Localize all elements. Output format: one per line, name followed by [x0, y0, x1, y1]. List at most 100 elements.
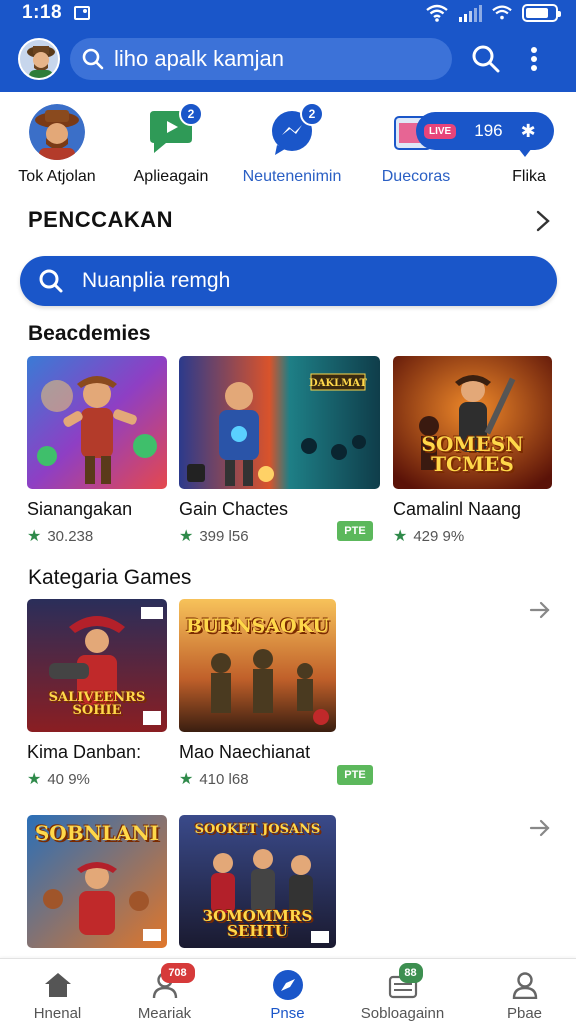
- game-rating: ★ 410 l68: [179, 770, 249, 789]
- messenger-icon: 2: [264, 102, 324, 160]
- library-icon: 88: [387, 963, 423, 1001]
- person-icon: 708: [149, 963, 195, 1001]
- search-icon: [82, 48, 104, 70]
- game-title: Kima Danban:: [27, 742, 142, 762]
- battery-icon: [522, 4, 561, 22]
- chevron-right-icon: [536, 210, 550, 232]
- chat-bubble-icon: 2: [143, 102, 203, 160]
- search-icon: [39, 269, 63, 293]
- quick-item-label: Flika: [512, 168, 546, 185]
- profile-avatar[interactable]: [18, 38, 60, 80]
- search-icon: [472, 45, 500, 73]
- game-card[interactable]: SOOKET JOSANS 3OMOMMRS SEHTU: [179, 815, 336, 948]
- game-title: Gain Chactes: [179, 499, 289, 519]
- quick-item-label: Duecoras: [381, 168, 451, 185]
- status-bar: 1:18: [0, 0, 576, 26]
- game-art-title: SALIVEENRS SOHIE: [48, 690, 146, 718]
- more-options-button[interactable]: [524, 41, 544, 77]
- game-title: Sianangakan: [27, 499, 133, 519]
- notification-icon: [74, 6, 91, 20]
- section-title-beacdemies: Beacdemies: [28, 322, 151, 345]
- game-thumbnail: SOOKET JOSANS 3OMOMMRS SEHTU: [179, 815, 336, 948]
- star-icon: ★: [27, 771, 42, 788]
- nav-label: Pbae: [506, 1005, 543, 1022]
- nav-item-sobloagainn[interactable]: 88 Sobloagainn: [345, 959, 460, 1024]
- quick-item-label: Neutenenimin: [242, 168, 342, 185]
- game-art-title: SOOKET JOSANS: [194, 822, 321, 837]
- promo-pill[interactable]: LIVE 196 ✱: [416, 112, 554, 150]
- blue-search-label: Nuanplia remgh: [82, 269, 231, 292]
- section2-see-more-button[interactable]: [528, 598, 552, 627]
- nav-label: Pnse: [270, 1005, 305, 1022]
- star-icon: ★: [27, 528, 42, 545]
- blue-search-bar[interactable]: Nuanplia remgh: [20, 256, 557, 306]
- quick-item-label: Tok Atjolan: [18, 168, 96, 185]
- compass-icon: [272, 969, 304, 1001]
- arrow-right-icon: [529, 819, 550, 837]
- search-placeholder: liho apalk kamjan: [114, 46, 284, 71]
- game-title: Camalinl Naang: [393, 499, 522, 519]
- section-title-kategaria: Kategaria Games: [28, 566, 192, 589]
- game-rating: ★ 429 9%: [393, 527, 465, 546]
- svg-text:DAKLMAT: DAKLMAT: [309, 378, 367, 389]
- star-icon: ★: [393, 528, 408, 545]
- bottom-navigation: Hnenal 708 Meariak Pnse 88 Sobloagainn P…: [0, 958, 576, 1024]
- account-icon: [509, 969, 541, 1001]
- game-thumbnail: SALIVEENRS SOHIE: [27, 599, 167, 732]
- game-thumbnail: [27, 356, 167, 489]
- nav-label: Hnenal: [33, 1005, 82, 1022]
- game-rating: ★ 40 9%: [27, 770, 90, 789]
- nav-item-pnse[interactable]: Pnse: [230, 959, 345, 1024]
- game-card[interactable]: SOMESN TCMES Camalinl Naang ★ 429 9%: [393, 356, 552, 546]
- game-art-title: BURNSAOKU: [185, 615, 330, 637]
- wifi-icon-secondary: [492, 5, 512, 20]
- notification-badge: 88: [398, 963, 423, 983]
- section-title-main: PENCCAKAN: [28, 207, 174, 232]
- notification-badge: 2: [179, 102, 203, 126]
- quick-item-neutenenimin[interactable]: 2 Neutenenimin: [232, 102, 352, 186]
- quick-item-aplieagain[interactable]: 2 Aplieagain: [111, 102, 231, 186]
- promo-count: 196: [474, 121, 503, 140]
- status-icons: [426, 4, 561, 22]
- pte-tag: PTE: [337, 521, 373, 541]
- app-header: liho apalk kamjan: [0, 26, 576, 92]
- character-avatar-icon: [29, 104, 85, 160]
- search-button[interactable]: [468, 41, 504, 77]
- home-icon: [42, 969, 74, 1001]
- game-card[interactable]: SALIVEENRS SOHIE Kima Danban: ★ 40 9%: [27, 599, 167, 789]
- game-card[interactable]: DAKLMAT Gain Chactes ★ 399 l56 PTE: [179, 356, 380, 546]
- game-card[interactable]: BURNSAOKU Mao Naechianat ★ 410 l68 PTE: [179, 599, 373, 789]
- nav-item-hnenal[interactable]: Hnenal: [0, 959, 115, 1024]
- pte-tag: PTE: [337, 765, 373, 785]
- signal-icon: [459, 5, 482, 22]
- game-art-subtitle: 3OMOMMRS SEHTU: [202, 907, 313, 940]
- notification-badge: 2: [300, 102, 324, 126]
- game-thumbnail: SOMESN TCMES: [393, 356, 552, 489]
- live-tag: LIVE: [424, 123, 457, 139]
- nav-item-pbae[interactable]: Pbae: [467, 959, 576, 1024]
- quick-item-tok-atjolan[interactable]: Tok Atjolan: [0, 104, 117, 186]
- wifi-icon: [426, 4, 448, 22]
- quick-item-label: Aplieagain: [133, 168, 209, 185]
- more-vertical-icon: [531, 47, 537, 71]
- promo-pointer: [518, 148, 532, 157]
- section-see-more-button[interactable]: [536, 210, 550, 237]
- status-time: 1:18: [22, 2, 63, 23]
- section3-see-more-button[interactable]: [528, 816, 552, 845]
- game-title: Mao Naechianat: [179, 742, 311, 762]
- sparkle-icon: ✱: [520, 120, 536, 141]
- nav-label: Meariak: [137, 1005, 192, 1022]
- search-bar[interactable]: liho apalk kamjan: [70, 38, 452, 80]
- game-thumbnail: BURNSAOKU: [179, 599, 336, 732]
- star-icon: ★: [179, 771, 194, 788]
- game-card[interactable]: SOBNLANI: [27, 815, 167, 948]
- star-icon: ★: [179, 528, 194, 545]
- game-thumbnail: DAKLMAT: [179, 356, 380, 489]
- game-rating: ★ 30.238: [27, 527, 94, 546]
- arrow-right-icon: [529, 601, 550, 619]
- nav-label: Sobloagainn: [360, 1005, 445, 1022]
- nav-item-meariak[interactable]: 708 Meariak: [107, 959, 222, 1024]
- game-thumbnail: SOBNLANI: [27, 815, 167, 948]
- game-art-title: SOBNLANI: [34, 821, 160, 845]
- game-card[interactable]: Sianangakan ★ 30.238: [27, 356, 167, 546]
